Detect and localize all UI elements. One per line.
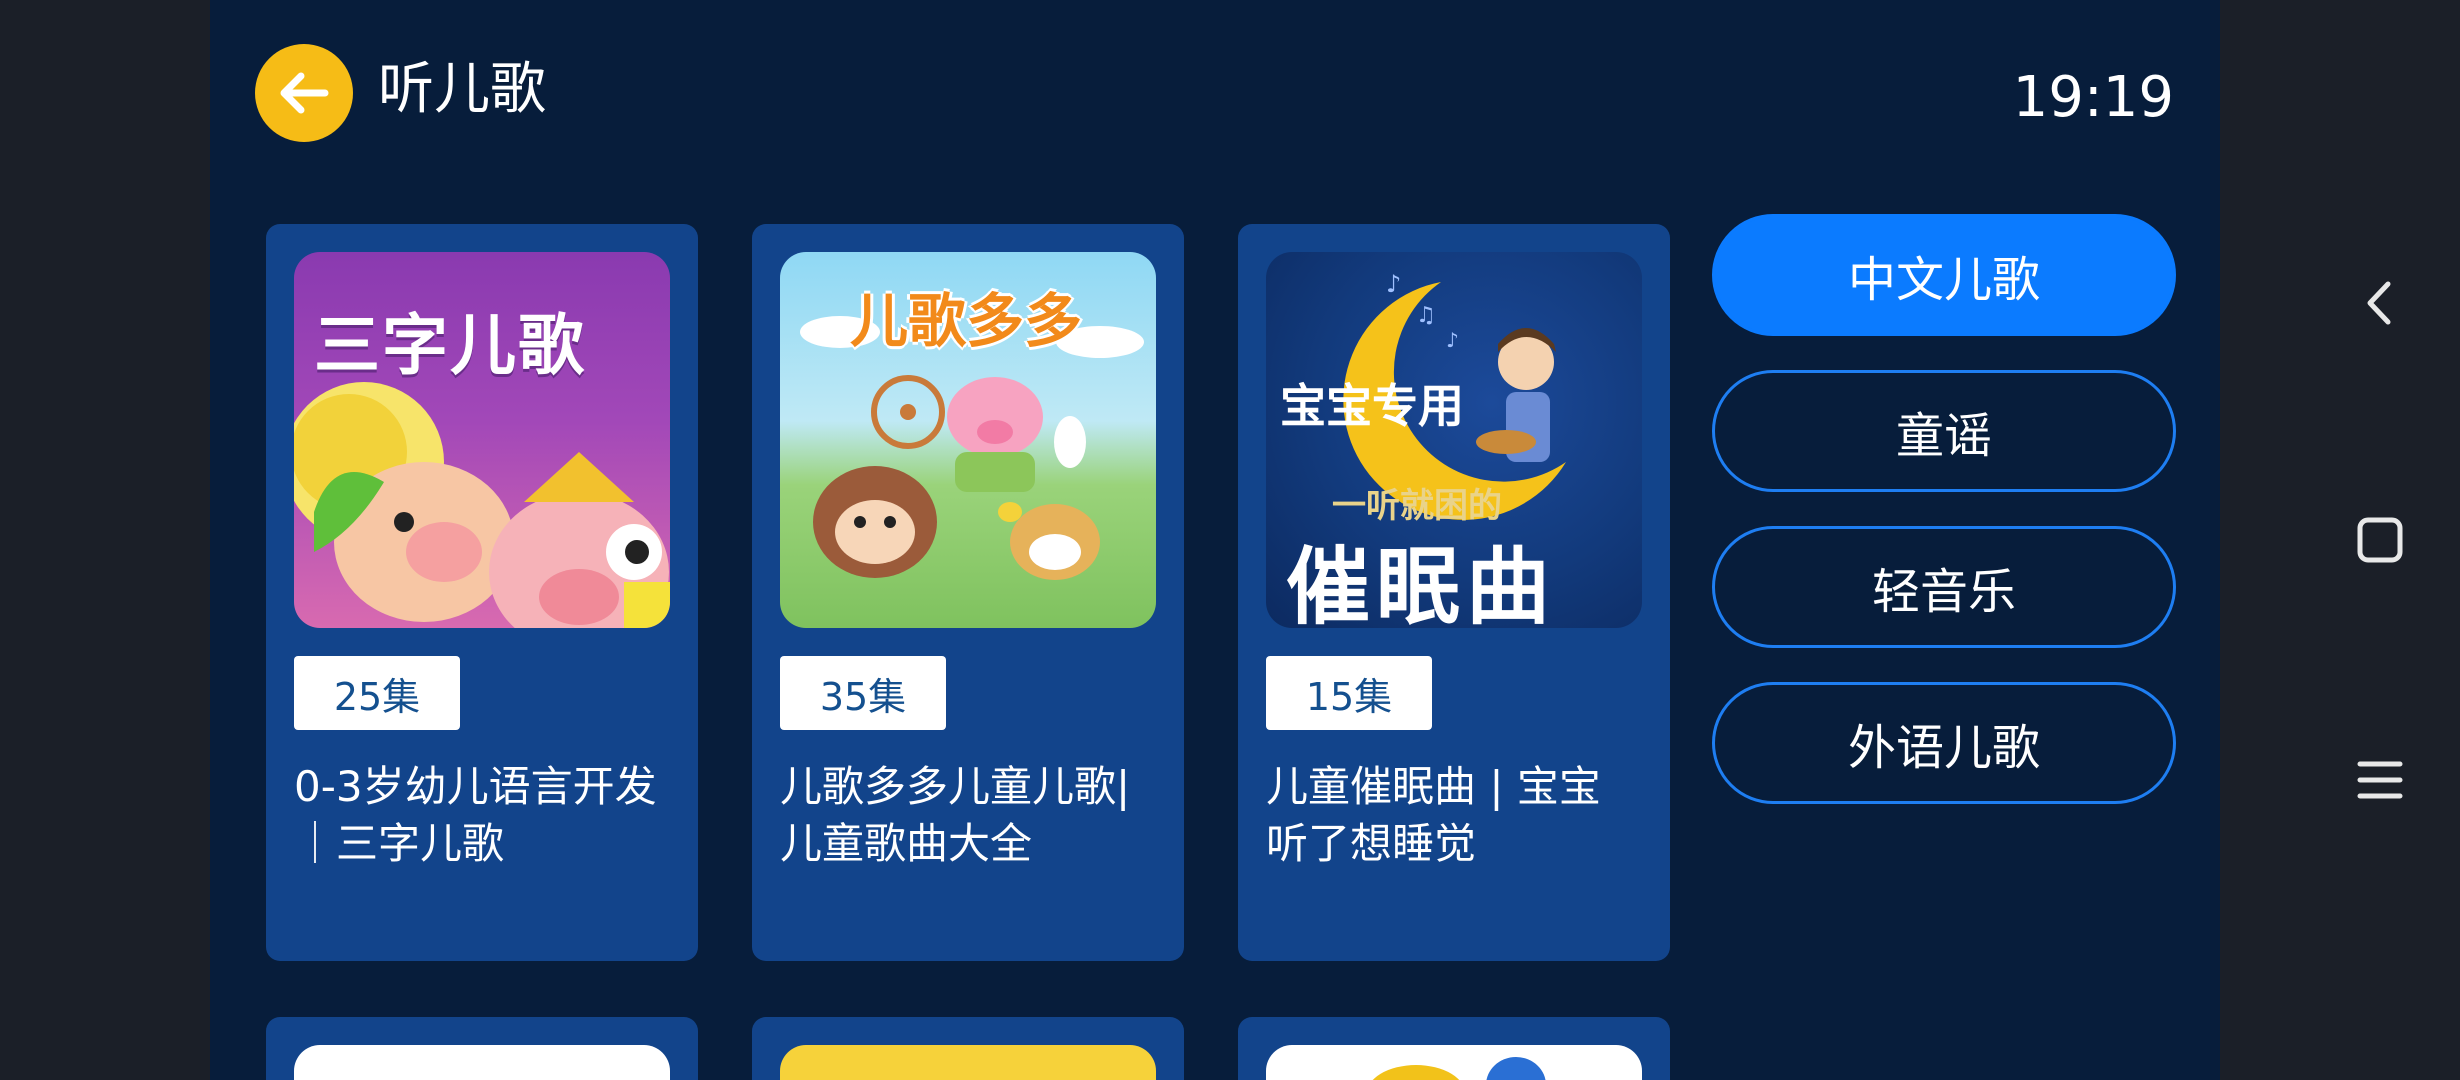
svg-text:♪: ♪ xyxy=(1446,328,1459,352)
album-title: 0-3岁幼儿语言开发｜三字儿歌 xyxy=(294,762,657,868)
back-button[interactable] xyxy=(255,44,353,142)
screen-left-margin xyxy=(0,0,210,1080)
cover-text-3: 催眠曲 xyxy=(1286,538,1557,628)
clock: 19:19 xyxy=(2012,65,2174,130)
album-card[interactable]: 儿歌多多 35集 儿歌多多儿童儿歌|儿童歌曲大全 xyxy=(752,224,1184,961)
album-cover xyxy=(1266,1045,1642,1080)
menu-icon[interactable] xyxy=(2354,758,2406,802)
album-title: 儿歌多多儿童儿歌|儿童歌曲大全 xyxy=(780,762,1131,868)
album-card[interactable] xyxy=(1238,1017,1670,1080)
album-cover: ♪ ♫ ♪ 宝宝专用 一听就困的 催眠曲 xyxy=(1266,252,1642,628)
album-cover xyxy=(294,1045,670,1080)
episode-count-badge: 35集 xyxy=(780,656,946,730)
album-card[interactable]: ♪ ♫ ♪ 宝宝专用 一听就困的 催眠曲 15集 儿童催眠曲 | 宝宝听了想睡觉 xyxy=(1238,224,1670,961)
episode-count-badge: 25集 xyxy=(294,656,460,730)
category-chinese-songs[interactable]: 中文儿歌 xyxy=(1712,214,2176,336)
page-title: 听儿歌 xyxy=(378,57,546,122)
arrow-left-icon xyxy=(280,72,329,114)
back-icon[interactable] xyxy=(2360,278,2400,328)
category-light-music[interactable]: 轻音乐 xyxy=(1712,526,2176,648)
album-cover: 三字儿歌 xyxy=(294,252,670,628)
cover-text-1: 宝宝专用 xyxy=(1280,379,1464,433)
album-cover xyxy=(780,1045,1156,1080)
svg-text:♪: ♪ xyxy=(1386,270,1401,298)
category-nursery-rhymes[interactable]: 童谣 xyxy=(1712,370,2176,492)
album-card[interactable] xyxy=(266,1017,698,1080)
home-icon[interactable] xyxy=(2356,516,2404,564)
cover-title-text: 儿歌多多 xyxy=(850,287,1083,355)
album-cover: 儿歌多多 xyxy=(780,252,1156,628)
svg-text:♫: ♫ xyxy=(1416,303,1436,328)
app-window: 听儿歌 19:19 三字儿歌 25集 0-3岁幼儿语言开发｜三字儿歌 儿歌多多 … xyxy=(210,0,2220,1080)
episode-count-badge: 15集 xyxy=(1266,656,1432,730)
system-nav-bar xyxy=(2220,0,2460,1080)
category-foreign-songs[interactable]: 外语儿歌 xyxy=(1712,682,2176,804)
cover-title-text: 三字儿歌 xyxy=(314,307,586,384)
album-card[interactable] xyxy=(752,1017,1184,1080)
album-title: 儿童催眠曲 | 宝宝听了想睡觉 xyxy=(1266,762,1601,868)
album-card[interactable]: 三字儿歌 25集 0-3岁幼儿语言开发｜三字儿歌 xyxy=(266,224,698,961)
